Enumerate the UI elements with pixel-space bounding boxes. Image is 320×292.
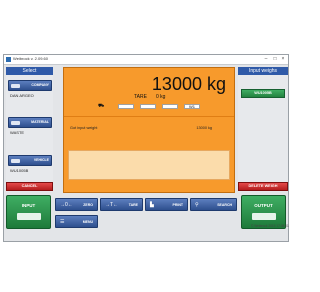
company-value: DAN ARGEO — [10, 93, 34, 98]
tare-button[interactable]: →T← TARE — [100, 198, 143, 211]
status-indicator — [140, 104, 156, 109]
tare-button-label: TARE — [128, 203, 138, 207]
vehicle-button[interactable]: VEHICLE — [8, 155, 52, 166]
info-value: 13000 kg — [196, 126, 212, 130]
material-icon — [11, 121, 20, 125]
status-indicator — [162, 104, 178, 109]
input-button-label: INPUT — [21, 203, 36, 208]
print-button-label: PRINT — [172, 203, 184, 207]
menu-icon: ☰ — [60, 219, 65, 225]
select-panel: Select COMPANY DAN ARGEO MATERIAL WASTE … — [6, 67, 53, 192]
search-icon: ⚲ — [195, 202, 199, 208]
input-weigh-item[interactable]: WU1005B — [241, 89, 285, 98]
divider — [64, 116, 234, 117]
output-button-label: OUTPUT — [254, 203, 273, 208]
company-button[interactable]: COMPANY — [8, 80, 52, 91]
app-icon — [6, 57, 11, 62]
minimize-button[interactable]: – — [262, 56, 270, 63]
weight-readout: 13000 kg — [151, 74, 226, 94]
title-bar: Weibrock v. 2.09.60 – □ × — [4, 55, 288, 65]
info-message: Got input weight — [70, 126, 98, 130]
select-panel-header: Select — [6, 67, 53, 75]
weighing-slot: W1 — [184, 104, 200, 109]
message-box — [68, 150, 230, 180]
menu-button[interactable]: ☰ MENU — [55, 215, 98, 228]
window-title: Weibrock v. 2.09.60 — [13, 56, 48, 61]
input-weighs-panel: Input weighs WU1005B — [238, 67, 288, 192]
zero-icon: →0← — [60, 202, 73, 208]
truck-icon — [17, 213, 41, 220]
vehicle-value: WU1005B — [10, 168, 29, 173]
material-button-label: MATERIAL — [31, 120, 49, 124]
material-value: WASTE — [10, 130, 25, 135]
truck-icon: ⛟ — [98, 103, 105, 109]
search-button-label: SEARCH — [217, 203, 232, 207]
maximize-button[interactable]: □ — [271, 56, 279, 63]
truck-icon — [252, 213, 276, 220]
zero-button-label: ZERO — [83, 203, 93, 207]
input-weighs-header: Input weighs — [238, 67, 288, 75]
print-button[interactable]: ▙ PRINT — [145, 198, 188, 211]
company-button-label: COMPANY — [31, 83, 49, 87]
vehicle-button-label: VEHICLE — [33, 158, 49, 162]
input-button[interactable]: INPUT — [6, 195, 51, 229]
search-button[interactable]: ⚲ SEARCH — [190, 198, 237, 211]
status-indicator — [118, 104, 134, 109]
close-button[interactable]: × — [279, 56, 287, 63]
printer-icon: ▙ — [150, 202, 154, 208]
material-button[interactable]: MATERIAL — [8, 117, 52, 128]
tare-label: TARE — [134, 94, 147, 100]
app-window: Weibrock v. 2.09.60 – □ × Select COMPANY… — [3, 54, 289, 242]
status-row: ⛟ W1 — [98, 104, 228, 110]
zero-button[interactable]: →0← ZERO — [55, 198, 98, 211]
tare-value: 0 kg — [156, 94, 166, 100]
vehicle-icon — [11, 159, 20, 163]
version-text: © Weibrock 2019 17:08:01 — [251, 224, 289, 228]
menu-button-label: MENU — [82, 220, 93, 224]
cancel-button[interactable]: CANCEL — [6, 182, 53, 191]
weight-display: 13000 kg TARE 0 kg ⛟ W1 Got input weight… — [63, 67, 235, 193]
delete-weigh-button[interactable]: DELETE WEIGH — [238, 182, 288, 191]
tare-icon: →T← — [105, 202, 119, 208]
company-icon — [11, 84, 20, 88]
